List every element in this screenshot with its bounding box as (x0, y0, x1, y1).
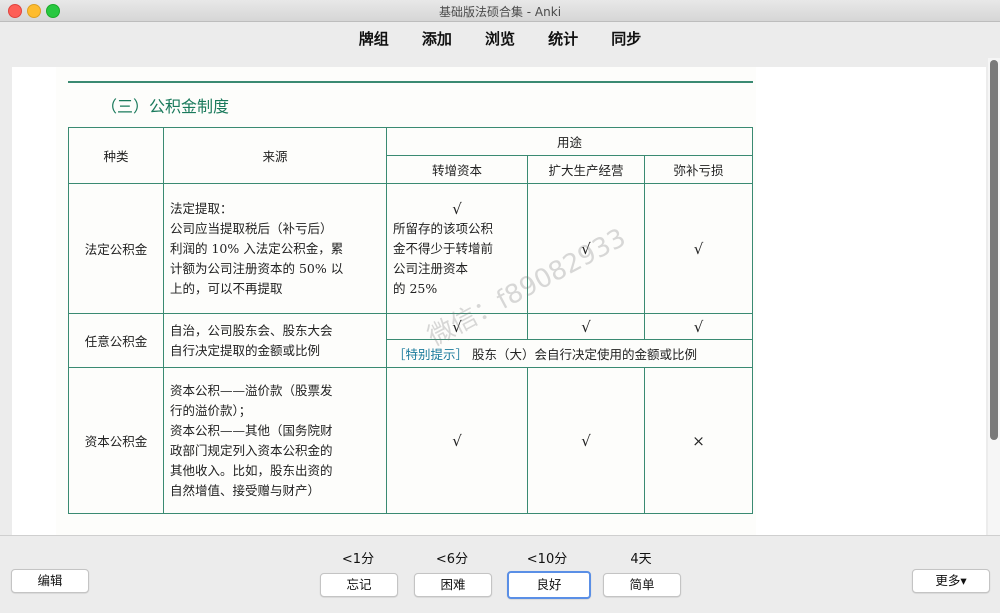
answer-bar: 编辑 <1分 <6分 <10分 4天 忘记 困难 良好 简单 更多▾ (0, 535, 1000, 613)
edit-button[interactable]: 编辑 (11, 569, 89, 593)
header-usage-expand: 扩大生产经营 (527, 155, 645, 184)
hard-button[interactable]: 困难 (414, 573, 492, 597)
check-mark: √ (527, 313, 645, 340)
card-image: （三）公积金制度 种类 来源 用途 转增资本 扩大生产经营 弥补亏损 法定公积金… (56, 67, 756, 535)
interval-easy: 4天 (630, 552, 652, 567)
check-mark: √ (452, 199, 462, 218)
usage-note-line: 金不得少于转增前 (393, 240, 494, 256)
row-source: 自治，公司股东会、股东大会 自行决定提取的金额或比例 (163, 313, 387, 368)
source-line: 资本公积——溢价款（股票发 (170, 382, 333, 398)
source-line: 计额为公司注册资本的 50% 以 (170, 260, 344, 276)
source-line: 资本公积——其他（国务院财 (170, 422, 333, 438)
check-mark: √ (527, 367, 645, 514)
table-row: 任意公积金 自治，公司股东会、股东大会 自行决定提取的金额或比例 √ √ √ (68, 313, 753, 368)
more-button[interactable]: 更多▾ (912, 569, 990, 593)
interval-hard: <6分 (435, 552, 469, 567)
toolbar-add-link[interactable]: 添加 (422, 28, 452, 49)
toolbar-sync-link[interactable]: 同步 (611, 28, 641, 49)
row-type: 任意公积金 (68, 313, 164, 368)
source-line: 法定提取： (170, 200, 233, 216)
again-button[interactable]: 忘记 (320, 573, 398, 597)
vertical-scrollbar[interactable] (988, 58, 1000, 535)
card-content-area: （三）公积金制度 种类 来源 用途 转增资本 扩大生产经营 弥补亏损 法定公积金… (12, 67, 986, 535)
good-button[interactable]: 良好 (507, 571, 591, 599)
title-bar: 基础版法硕合集 - Anki (0, 0, 1000, 22)
check-mark: √ (644, 183, 753, 314)
toolbar-browse-link[interactable]: 浏览 (485, 28, 515, 49)
header-usage-loss: 弥补亏损 (644, 155, 753, 184)
source-line: 上的，可以不再提取 (170, 280, 283, 296)
source-line: 自行决定提取的金额或比例 (170, 342, 321, 358)
reserve-fund-table: 种类 来源 用途 转增资本 扩大生产经营 弥补亏损 法定公积金 法定提取： 公司… (68, 127, 753, 514)
interval-good: <10分 (526, 552, 568, 567)
check-mark: √ (386, 367, 528, 514)
header-source: 来源 (163, 127, 387, 184)
section-title: （三）公积金制度 (101, 97, 230, 116)
special-tip-text: 股东（大）会自行决定使用的金额或比例 (472, 347, 698, 362)
table-row: 法定公积金 法定提取： 公司应当提取税后（补亏后） 利润的 10% 入法定公积金… (68, 183, 753, 314)
main-toolbar: 牌组 添加 浏览 统计 同步 (0, 22, 1000, 54)
toolbar-decks-link[interactable]: 牌组 (359, 28, 389, 49)
header-usage-capital: 转增资本 (386, 155, 528, 184)
window-title: 基础版法硕合集 - Anki (438, 5, 562, 19)
usage-note-line: 所留存的该项公积 (393, 220, 494, 236)
check-mark: √ (644, 313, 753, 340)
cross-mark: × (644, 367, 753, 514)
row-source: 资本公积——溢价款（股票发 行的溢价款）； 资本公积——其他（国务院财 政部门规… (163, 367, 387, 514)
easy-button[interactable]: 简单 (603, 573, 681, 597)
interval-again: <1分 (341, 552, 375, 567)
usage-note-line: 公司注册资本 (393, 260, 469, 276)
source-line: 自治，公司股东会、股东大会 (170, 322, 333, 338)
source-line: 公司应当提取税后（补亏后） (170, 220, 333, 236)
source-line: 政部门规定列入资本公积金的 (170, 442, 333, 458)
row-source: 法定提取： 公司应当提取税后（补亏后） 利润的 10% 入法定公积金，累 计额为… (163, 183, 387, 314)
top-divider (68, 81, 753, 83)
source-line: 其他收入。比如，股东出资的 (170, 462, 333, 478)
row-type: 资本公积金 (68, 367, 164, 514)
header-type: 种类 (68, 127, 164, 184)
row-type: 法定公积金 (68, 183, 164, 314)
source-line: 利润的 10% 入法定公积金，累 (170, 240, 344, 256)
table-row: 资本公积金 资本公积——溢价款（股票发 行的溢价款）； 资本公积——其他（国务院… (68, 367, 753, 514)
header-usage: 用途 (386, 127, 753, 156)
scrollbar-thumb[interactable] (990, 60, 998, 440)
toolbar-stats-link[interactable]: 统计 (548, 28, 578, 49)
special-tip-label: ［特别提示］ (393, 347, 469, 362)
source-line: 自然增值、接受赠与财产） (170, 482, 321, 498)
source-line: 行的溢价款）； (170, 402, 252, 418)
